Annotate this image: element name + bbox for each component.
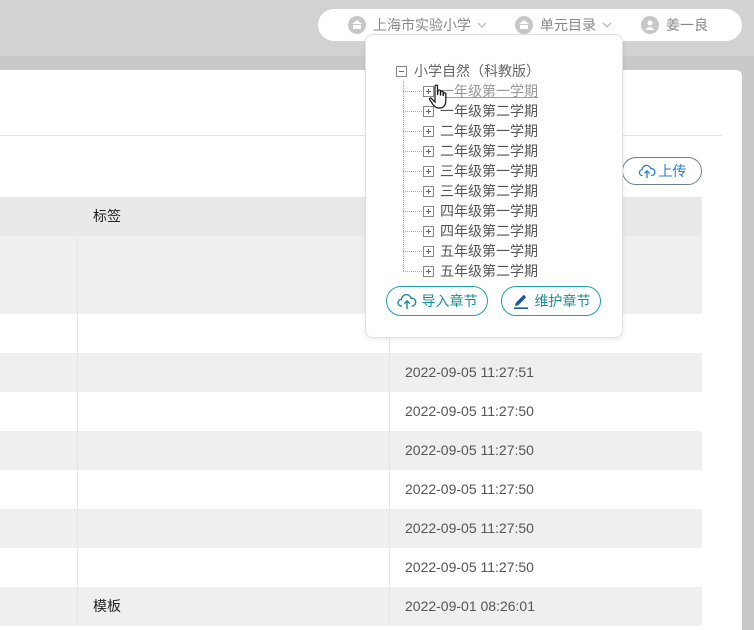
tree-node[interactable]: 四年级第二学期: [403, 221, 540, 241]
unit-label: 单元目录: [540, 17, 596, 33]
row-time: 2022-09-05 11:27:50: [405, 559, 534, 575]
cloud-upload-icon: [638, 164, 655, 178]
table-row[interactable]: 2022-09-05 11:27:50: [0, 431, 702, 470]
row-time: 2022-09-01 08:26:01: [405, 598, 535, 614]
tree-root[interactable]: 小学自然（科教版）: [396, 61, 540, 81]
upload-label: 上传: [658, 163, 687, 179]
tree-node[interactable]: 四年级第一学期: [403, 201, 540, 221]
table-row[interactable]: 2022-09-05 11:27:50: [0, 392, 702, 431]
tree-node-label: 三年级第一学期: [440, 163, 538, 179]
maintain-chapters-button[interactable]: 维护章节: [501, 286, 601, 316]
tree-node-label: 一年级第一学期: [440, 83, 538, 99]
tree-node-label: 四年级第二学期: [440, 223, 538, 239]
school-label: 上海市实验小学: [373, 17, 471, 33]
user-name: 姜一良: [666, 17, 708, 33]
user-avatar-icon: [641, 16, 659, 34]
expand-icon[interactable]: [423, 245, 434, 257]
table-row[interactable]: 2022-09-05 11:27:50: [0, 509, 702, 548]
upload-button[interactable]: 上传: [622, 157, 702, 185]
collapse-icon[interactable]: [396, 65, 407, 77]
tree-node-label: 五年级第一学期: [440, 243, 538, 259]
user-menu[interactable]: 姜一良: [641, 9, 708, 41]
expand-icon[interactable]: [423, 145, 434, 157]
school-icon: [348, 16, 366, 34]
expand-icon[interactable]: [423, 165, 434, 177]
table-row[interactable]: 模板 2022-09-01 08:26:01: [0, 587, 702, 626]
tree-node-label: 二年级第一学期: [440, 123, 538, 139]
cloud-upload-icon: [396, 294, 416, 309]
expand-icon[interactable]: [423, 185, 434, 197]
expand-icon[interactable]: [423, 125, 434, 137]
row-time: 2022-09-05 11:27:50: [405, 481, 534, 497]
table-row[interactable]: 2022-09-05 11:27:51: [0, 353, 702, 392]
expand-icon[interactable]: [423, 205, 434, 217]
expand-icon[interactable]: [423, 265, 434, 277]
row-time: 2022-09-05 11:27:50: [405, 442, 534, 458]
column-header-tag: 标签: [93, 208, 121, 224]
tree-node-label: 三年级第二学期: [440, 183, 538, 199]
tree-node[interactable]: 五年级第二学期: [403, 261, 540, 281]
expand-icon[interactable]: [423, 225, 434, 237]
table-row[interactable]: 2022-09-05 11:27:50: [0, 470, 702, 509]
edit-pen-icon: [513, 294, 528, 309]
tree-node-label: 四年级第一学期: [440, 203, 538, 219]
unit-catalog-dropdown: 小学自然（科教版） 一年级第一学期 一年级第二学期 二年级第一学期 二年级第二学…: [365, 34, 623, 338]
row-tag: 模板: [93, 598, 121, 614]
tree-node[interactable]: 二年级第二学期: [403, 141, 540, 161]
row-time: 2022-09-05 11:27:50: [405, 520, 534, 536]
maintain-chapters-label: 维护章节: [534, 293, 591, 309]
table-row[interactable]: 2022-09-05 11:27:50: [0, 548, 702, 587]
tree-node[interactable]: 三年级第一学期: [403, 161, 540, 181]
chapter-tree: 小学自然（科教版） 一年级第一学期 一年级第二学期 二年级第一学期 二年级第二学…: [396, 61, 540, 281]
tree-node-label: 二年级第二学期: [440, 143, 538, 159]
chevron-down-icon: [602, 22, 612, 28]
tree-node-label: 一年级第二学期: [440, 103, 538, 119]
tree-node[interactable]: 一年级第二学期: [403, 101, 540, 121]
tree-node[interactable]: 二年级第一学期: [403, 121, 540, 141]
tree-node[interactable]: 一年级第一学期: [403, 81, 540, 101]
tree-node[interactable]: 五年级第一学期: [403, 241, 540, 261]
tree-node-label: 五年级第二学期: [440, 263, 538, 279]
tree-node[interactable]: 三年级第二学期: [403, 181, 540, 201]
import-chapters-button[interactable]: 导入章节: [386, 286, 488, 316]
catalog-icon: [515, 16, 533, 34]
import-chapters-label: 导入章节: [421, 293, 478, 309]
hand-cursor-icon: [428, 84, 447, 109]
row-time: 2022-09-05 11:27:50: [405, 403, 534, 419]
row-time: 2022-09-05 11:27:51: [405, 364, 534, 380]
chevron-down-icon: [477, 22, 487, 28]
tree-root-label: 小学自然（科教版）: [414, 63, 540, 79]
